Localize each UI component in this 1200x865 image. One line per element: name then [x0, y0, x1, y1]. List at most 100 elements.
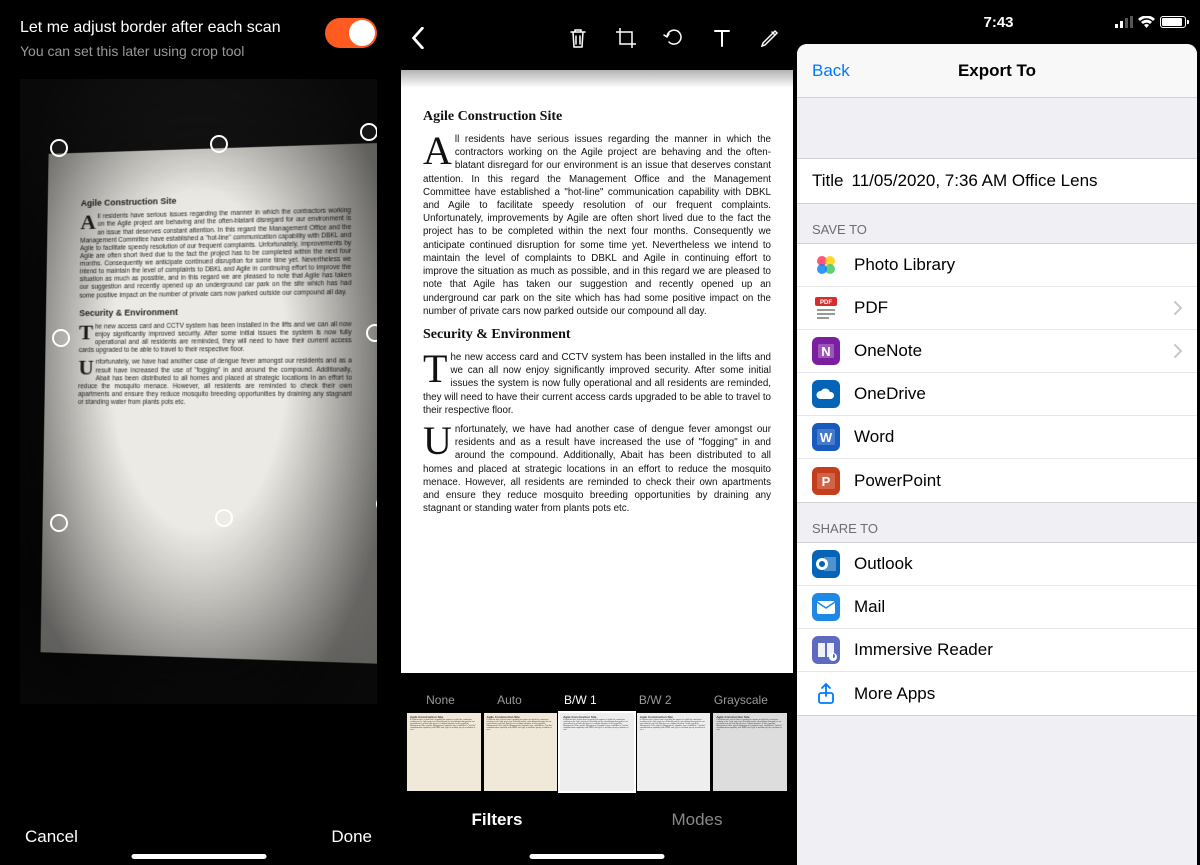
- share-to-list: Outlook Mail Immersive Reader More Apps: [797, 542, 1197, 716]
- text-button[interactable]: [711, 27, 733, 49]
- scanned-document: Agile Construction Site All residents ha…: [40, 143, 377, 664]
- doc-p3: Unfortunately, we have had another case …: [78, 358, 352, 407]
- home-indicator[interactable]: [131, 854, 266, 859]
- export-option-label: OneDrive: [854, 384, 1182, 404]
- crop-subtitle: You can set this later using crop tool: [20, 43, 281, 59]
- chevron-right-icon: [1174, 301, 1182, 315]
- doc-p1-text: ll residents have serious issues regardi…: [79, 207, 351, 299]
- crop-header: Let me adjust border after each scan You…: [0, 0, 397, 59]
- export-option-outlook[interactable]: Outlook: [797, 543, 1197, 586]
- dropcap: A: [423, 133, 455, 166]
- filter-thumb[interactable]: Agile Construction Sitell residents have…: [637, 713, 711, 791]
- chevron-right-icon: [1174, 344, 1182, 358]
- filter-label[interactable]: B/W 1: [564, 693, 597, 707]
- crop-handle[interactable]: [50, 514, 68, 532]
- ink-button[interactable]: [759, 27, 781, 49]
- filter-panel: Agile Construction Site All residents ha…: [397, 0, 797, 865]
- export-option-photos[interactable]: Photo Library: [797, 244, 1197, 287]
- onenote-icon: N: [812, 337, 840, 365]
- wifi-icon: [1138, 16, 1155, 29]
- export-option-mail[interactable]: Mail: [797, 586, 1197, 629]
- tab-modes[interactable]: Modes: [671, 810, 722, 830]
- toggle-knob: [349, 20, 375, 46]
- export-panel: 7:43 Back Export To Title 11/05/2020, 7:…: [797, 0, 1200, 865]
- export-option-label: Mail: [854, 597, 1182, 617]
- tool-group: [567, 27, 787, 49]
- back-button[interactable]: [407, 27, 429, 49]
- filter-label[interactable]: None: [426, 693, 455, 707]
- crop-handle[interactable]: [366, 324, 377, 342]
- crop-title: Let me adjust border after each scan: [20, 18, 281, 39]
- crop-button[interactable]: [615, 27, 637, 49]
- export-option-label: Word: [854, 427, 1182, 447]
- adjust-border-toggle[interactable]: [325, 18, 377, 48]
- svg-text:P: P: [822, 474, 831, 489]
- filter-thumbs: Agile Construction Sitell residents have…: [397, 713, 797, 791]
- crop-icon: [615, 27, 637, 49]
- status-indicators: [1115, 16, 1186, 29]
- tab-filters[interactable]: Filters: [471, 810, 522, 830]
- signal-icon: [1115, 16, 1133, 28]
- scan-area[interactable]: Agile Construction Site All residents ha…: [20, 79, 377, 704]
- filter-label[interactable]: B/W 2: [639, 693, 672, 707]
- export-option-label: Photo Library: [854, 255, 1182, 275]
- doc-h1: Agile Construction Site: [81, 191, 351, 209]
- battery-icon: [1160, 16, 1186, 28]
- status-time: 7:43: [983, 14, 1013, 31]
- dropcap: U: [423, 423, 455, 456]
- photos-icon: [812, 251, 840, 279]
- mail-icon: [812, 593, 840, 621]
- word-icon: W: [812, 423, 840, 451]
- doc-p3-text: nfortunately, we have had another case o…: [78, 358, 352, 406]
- doc-p1: All residents have serious issues regard…: [79, 207, 351, 300]
- crop-panel: Let me adjust border after each scan You…: [0, 0, 397, 865]
- crop-handle[interactable]: [50, 139, 68, 157]
- delete-button[interactable]: [567, 27, 589, 49]
- title-value: 11/05/2020, 7:36 AM Office Lens: [852, 171, 1098, 191]
- export-option-label: PDF: [854, 298, 1174, 318]
- rotate-button[interactable]: [663, 27, 685, 49]
- export-option-label: Outlook: [854, 554, 1182, 574]
- document-preview[interactable]: Agile Construction Site All residents ha…: [401, 70, 793, 673]
- pen-icon: [759, 27, 781, 49]
- svg-text:PDF: PDF: [820, 300, 832, 306]
- filter-strip: None Auto B/W 1 B/W 2 Grayscale Agile Constr…: [397, 693, 797, 793]
- onedrive-icon: [812, 380, 840, 408]
- powerpoint-icon: P: [812, 467, 840, 495]
- more-icon: [812, 680, 840, 708]
- filter-label[interactable]: Grayscale: [714, 693, 768, 707]
- filter-thumb[interactable]: Agile Construction Sitell residents have…: [713, 713, 787, 791]
- crop-handle[interactable]: [360, 123, 377, 141]
- crop-handle[interactable]: [52, 329, 70, 347]
- export-option-label: Immersive Reader: [854, 640, 1182, 660]
- export-option-powerpoint[interactable]: PPowerPoint: [797, 459, 1197, 502]
- filter-thumb[interactable]: Agile Construction Sitell residents have…: [560, 713, 634, 791]
- dropcap: T: [423, 351, 450, 384]
- outlook-icon: [812, 550, 840, 578]
- home-indicator[interactable]: [530, 854, 665, 859]
- done-button[interactable]: Done: [331, 827, 372, 847]
- title-row[interactable]: Title 11/05/2020, 7:36 AM Office Lens: [797, 158, 1197, 204]
- export-navbar: Back Export To: [797, 44, 1197, 98]
- crop-handle[interactable]: [215, 509, 233, 527]
- dropcap: U: [78, 359, 95, 376]
- preview-p1-text: ll residents have serious issues regardi…: [423, 134, 771, 317]
- export-sheet: Back Export To Title 11/05/2020, 7:36 AM…: [797, 44, 1197, 865]
- filter-thumb[interactable]: Agile Construction Sitell residents have…: [484, 713, 558, 791]
- share-to-header: SHARE TO: [797, 503, 1197, 542]
- filter-label[interactable]: Auto: [497, 693, 522, 707]
- filter-thumb[interactable]: Agile Construction Sitell residents have…: [407, 713, 481, 791]
- cancel-button[interactable]: Cancel: [25, 827, 78, 847]
- crop-handle[interactable]: [210, 135, 228, 153]
- svg-text:W: W: [820, 430, 833, 445]
- export-title: Export To: [958, 61, 1036, 81]
- export-option-pdf[interactable]: PDF PDF: [797, 287, 1197, 330]
- export-option-more[interactable]: More Apps: [797, 672, 1197, 715]
- back-button[interactable]: Back: [812, 61, 850, 81]
- export-option-word[interactable]: W Word: [797, 416, 1197, 459]
- chevron-left-icon: [411, 27, 425, 49]
- text-icon: [712, 27, 732, 49]
- export-option-reader[interactable]: Immersive Reader: [797, 629, 1197, 672]
- export-option-onedrive[interactable]: OneDrive: [797, 373, 1197, 416]
- export-option-onenote[interactable]: NOneNote: [797, 330, 1197, 373]
